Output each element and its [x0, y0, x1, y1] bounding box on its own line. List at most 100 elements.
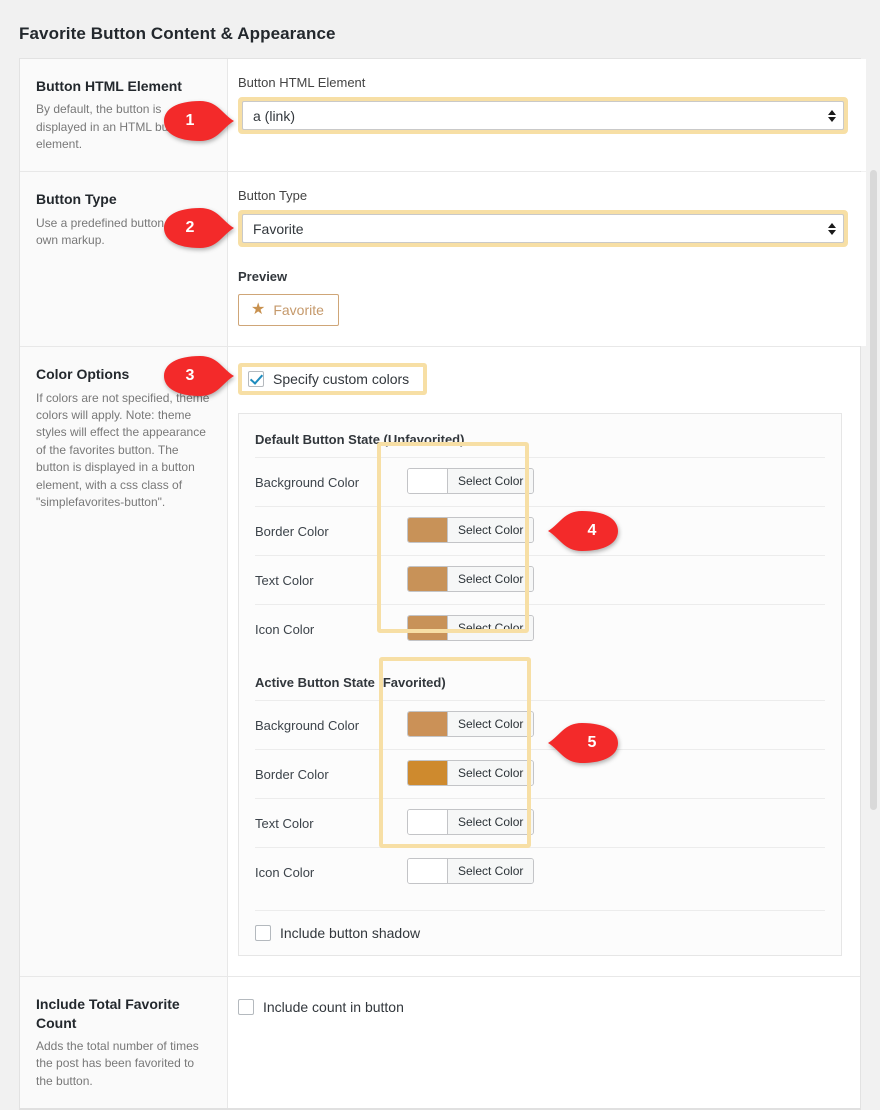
callout-number: 3: [160, 355, 234, 397]
include-shadow-checkbox[interactable]: [255, 925, 271, 941]
default-state-color-table: Background Color Select Color Border Col…: [255, 457, 825, 653]
select-value-html-element: a (link): [253, 108, 295, 124]
select-color-button[interactable]: Select Color: [448, 616, 533, 640]
color-row-control: Select Color: [407, 556, 825, 605]
color-swatch: [408, 567, 448, 591]
color-row-control: Select Color: [407, 458, 825, 507]
color-row-control: Select Color: [407, 605, 825, 654]
color-row-label: Background Color: [255, 701, 407, 750]
active-state-color-table: Background Color Select Color Border Col…: [255, 700, 825, 896]
table-row: Text Color Select Color: [255, 799, 825, 848]
section-description: Adds the total number of times the post …: [36, 1038, 211, 1090]
chevron-updown-icon: [828, 110, 836, 122]
select-color-button[interactable]: Select Color: [448, 567, 533, 591]
callout-number: 5: [548, 722, 622, 764]
callout-marker-2: 2: [160, 207, 234, 249]
settings-form-table: Button HTML Element By default, the butt…: [19, 58, 861, 1110]
select-color-button[interactable]: Select Color: [448, 859, 533, 883]
section-heading: Include Total Favorite Count: [36, 995, 211, 1031]
include-count-checkbox[interactable]: [238, 999, 254, 1015]
color-row-label: Background Color: [255, 458, 407, 507]
color-swatch: [408, 761, 448, 785]
color-row-label: Text Color: [255, 799, 407, 848]
row-body-include-total-count: Include count in button: [228, 977, 860, 1108]
table-row: Icon Color Select Color: [255, 605, 825, 654]
table-row: Icon Color Select Color: [255, 848, 825, 897]
select-button-type[interactable]: Favorite: [242, 214, 844, 243]
color-swatch: [408, 712, 448, 736]
select-value-button-type: Favorite: [253, 221, 304, 237]
color-picker-active-background[interactable]: Select Color: [407, 711, 534, 737]
row-color-options: Color Options If colors are not specifie…: [20, 346, 860, 976]
preview-label: Preview: [238, 269, 848, 284]
color-row-label: Icon Color: [255, 605, 407, 654]
row-button-html-element: Button HTML Element By default, the butt…: [20, 59, 860, 171]
table-row: Background Color Select Color: [255, 458, 825, 507]
custom-colors-checkbox-row[interactable]: Specify custom colors: [248, 371, 409, 387]
color-row-control: Select Color: [407, 848, 825, 897]
color-swatch: [408, 518, 448, 542]
callout-marker-3: 3: [160, 355, 234, 397]
include-count-label: Include count in button: [263, 999, 404, 1015]
callout-marker-4: 4: [548, 510, 622, 552]
color-picker-default-border[interactable]: Select Color: [407, 517, 534, 543]
section-heading: Button HTML Element: [36, 77, 211, 95]
color-swatch: [408, 810, 448, 834]
highlight-box-html-element: a (link): [238, 97, 848, 134]
select-color-button[interactable]: Select Color: [448, 469, 533, 493]
row-body-button-type: Button Type Favorite Preview ★ Favorite: [228, 172, 866, 346]
color-row-label: Text Color: [255, 556, 407, 605]
color-picker-default-background[interactable]: Select Color: [407, 468, 534, 494]
table-row: Text Color Select Color: [255, 556, 825, 605]
row-include-total-count: Include Total Favorite Count Adds the to…: [20, 976, 860, 1108]
field-label-button-type: Button Type: [238, 188, 848, 203]
select-button-html-element[interactable]: a (link): [242, 101, 844, 130]
field-label-button-html-element: Button HTML Element: [238, 75, 848, 90]
callout-marker-5: 5: [548, 722, 622, 764]
color-options-panel: Default Button State (Unfavorited) Backg…: [238, 413, 842, 956]
color-swatch: [408, 469, 448, 493]
section-description: If colors are not specified, theme color…: [36, 390, 211, 512]
color-picker-default-icon[interactable]: Select Color: [407, 615, 534, 641]
chevron-updown-icon: [828, 223, 836, 235]
custom-colors-checkbox[interactable]: [248, 371, 264, 387]
select-color-button[interactable]: Select Color: [448, 761, 533, 785]
include-shadow-row[interactable]: Include button shadow: [255, 910, 825, 941]
table-row: Border Color Select Color: [255, 750, 825, 799]
color-picker-active-icon[interactable]: Select Color: [407, 858, 534, 884]
color-picker-active-text[interactable]: Select Color: [407, 809, 534, 835]
row-body-color-options: Specify custom colors Default Button Sta…: [228, 347, 860, 976]
table-row: Background Color Select Color: [255, 701, 825, 750]
row-header-color-options: Color Options If colors are not specifie…: [20, 347, 228, 976]
color-row-label: Icon Color: [255, 848, 407, 897]
callout-number: 1: [160, 100, 234, 142]
row-header-include-total-count: Include Total Favorite Count Adds the to…: [20, 977, 228, 1108]
custom-colors-label: Specify custom colors: [273, 371, 409, 387]
color-swatch: [408, 859, 448, 883]
row-header-button-type: Button Type Use a predefined button your…: [20, 172, 228, 346]
row-button-type: Button Type Use a predefined button your…: [20, 171, 860, 346]
color-row-control: Select Color: [407, 799, 825, 848]
highlight-box-button-type: Favorite: [238, 210, 848, 247]
color-swatch: [408, 616, 448, 640]
default-state-heading: Default Button State (Unfavorited): [255, 432, 825, 447]
star-icon: ★: [251, 302, 265, 318]
scrollbar-track[interactable]: [866, 0, 880, 1050]
table-row: Border Color Select Color: [255, 507, 825, 556]
preview-button-text: Favorite: [273, 302, 324, 318]
highlight-box-custom-colors: Specify custom colors: [238, 363, 427, 395]
page-title: Favorite Button Content & Appearance: [0, 0, 880, 58]
color-picker-default-text[interactable]: Select Color: [407, 566, 534, 592]
row-body-button-html-element: Button HTML Element a (link): [228, 59, 866, 171]
preview-favorite-button[interactable]: ★ Favorite: [238, 294, 339, 326]
color-row-label: Border Color: [255, 750, 407, 799]
include-count-row[interactable]: Include count in button: [238, 999, 842, 1015]
select-color-button[interactable]: Select Color: [448, 712, 533, 736]
select-color-button[interactable]: Select Color: [448, 810, 533, 834]
callout-marker-1: 1: [160, 100, 234, 142]
scrollbar-thumb[interactable]: [870, 170, 877, 810]
select-color-button[interactable]: Select Color: [448, 518, 533, 542]
color-picker-active-border[interactable]: Select Color: [407, 760, 534, 786]
section-heading: Button Type: [36, 190, 211, 208]
callout-number: 4: [548, 510, 622, 552]
